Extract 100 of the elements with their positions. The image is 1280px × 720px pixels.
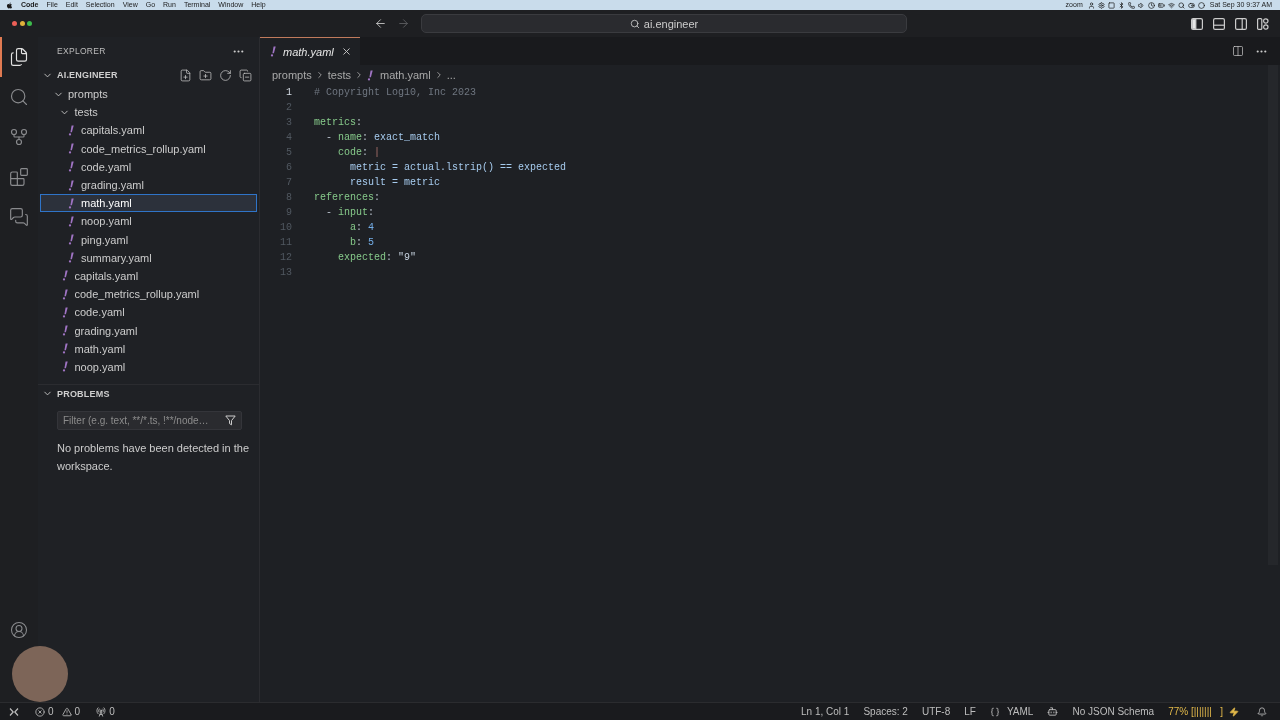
breadcrumb[interactable]: ... <box>446 69 456 81</box>
tree-item[interactable]: capitals.yaml <box>40 266 257 286</box>
filter-field[interactable]: Filter (e.g. text, **/*.ts, !**/node… <box>57 411 242 430</box>
code-line: metric = actual.lstrip() == expected <box>350 162 567 173</box>
wifi-icon[interactable] <box>1167 1 1175 9</box>
exclamation-icon <box>61 306 68 318</box>
folder-item[interactable]: tests <box>40 103 257 122</box>
exclamation-icon <box>61 270 68 282</box>
code-line: b: 5 <box>350 237 375 248</box>
antenna-icon <box>96 706 107 717</box>
bluetooth-icon[interactable] <box>1117 1 1125 9</box>
tree-item[interactable]: code.yaml <box>40 157 257 176</box>
blocks-icon <box>9 167 29 187</box>
exclamation-icon <box>68 161 74 173</box>
line-number: 1 <box>286 87 292 98</box>
search-icon[interactable] <box>1177 1 1185 9</box>
workspace-header[interactable]: AI.ENGINEER <box>38 69 118 81</box>
code-line: references: <box>314 192 381 203</box>
tree-item[interactable]: grading.yaml <box>40 175 257 195</box>
chevron-right-icon <box>354 70 364 80</box>
search-icon <box>9 87 29 107</box>
tree-item[interactable]: noop.yaml <box>40 212 257 231</box>
circle-x-icon <box>35 706 45 717</box>
language-status[interactable]: YAML <box>989 706 1034 717</box>
window-maximize-icon[interactable] <box>27 21 32 26</box>
command-center-search[interactable]: ai.engineer <box>421 14 907 33</box>
exclamation-icon <box>68 252 74 264</box>
speaker-icon[interactable] <box>1137 1 1145 9</box>
window-close-icon[interactable] <box>12 21 17 26</box>
window-minimize-icon[interactable] <box>19 21 25 26</box>
ports-status-button[interactable]: 0 <box>96 706 115 717</box>
tree-item[interactable]: code_metrics_rollup.yaml <box>40 139 257 158</box>
inward-chevrons-icon[interactable] <box>9 706 19 717</box>
breadcrumb[interactable]: prompts <box>272 69 312 81</box>
circle-icon[interactable] <box>1197 1 1205 9</box>
tree-item[interactable]: summary.yaml <box>40 248 257 267</box>
circular-arrow-icon[interactable] <box>219 68 232 82</box>
tree-item[interactable]: code.yaml <box>40 303 257 322</box>
status-item[interactable]: LF <box>964 706 976 717</box>
toggle-icon[interactable] <box>1187 1 1195 9</box>
close-icon[interactable] <box>340 46 352 57</box>
exclamation-icon <box>68 179 74 191</box>
tree-item[interactable]: math.yaml <box>40 194 257 213</box>
line-number: 2 <box>286 102 292 113</box>
exclamation-icon <box>68 197 74 209</box>
tree-item[interactable]: capitals.yaml <box>40 121 257 140</box>
problems-message: No problems have been detected in the workspace. <box>56 441 251 474</box>
user-circle-icon[interactable] <box>10 621 28 639</box>
tree-item[interactable]: math.yaml <box>40 339 257 358</box>
status-item[interactable]: UTF-8 <box>921 706 951 717</box>
line-number: 13 <box>280 267 292 278</box>
code-line: result = metric <box>350 177 441 188</box>
branch-icon <box>9 127 29 147</box>
robot-icon[interactable] <box>1047 706 1059 717</box>
exclamation-icon <box>68 215 74 227</box>
chat-bubbles-icon <box>9 207 29 227</box>
exclamation-icon <box>367 69 373 81</box>
status-item[interactable]: Spaces: 2 <box>863 706 908 717</box>
code-line: expected: "9" <box>338 252 417 263</box>
lightning-icon[interactable] <box>1229 706 1239 717</box>
apple-icon[interactable] <box>6 1 13 9</box>
battery-icon[interactable] <box>1157 1 1165 9</box>
exclamation-icon <box>68 234 74 246</box>
code-line: metrics: <box>314 117 363 128</box>
columns-icon[interactable] <box>1232 45 1244 57</box>
editor-tab[interactable]: math.yaml <box>260 37 360 65</box>
problems-header[interactable]: PROBLEMS <box>38 388 110 399</box>
exclamation-icon <box>61 361 68 373</box>
bell-icon[interactable] <box>1257 706 1267 717</box>
status-item[interactable]: No JSON Schema <box>1072 706 1155 717</box>
tree-item[interactable]: ping.yaml <box>40 230 257 249</box>
clock-icon[interactable] <box>1147 1 1155 9</box>
folder-plus-icon[interactable] <box>199 68 212 82</box>
braces-icon <box>989 706 1000 717</box>
phone-icon[interactable] <box>1127 1 1135 9</box>
tree-item[interactable]: grading.yaml <box>40 321 257 340</box>
code-line: # Copyright Log10, Inc 2023 <box>314 87 477 98</box>
left-panel-icon[interactable] <box>1191 17 1203 30</box>
breadcrumb[interactable]: tests <box>327 69 351 81</box>
search-icon <box>629 18 640 29</box>
tree-item[interactable]: code_metrics_rollup.yaml <box>40 285 257 304</box>
folder-item[interactable]: prompts <box>40 85 257 104</box>
battery-status[interactable]: 77% [||||||| ] <box>1168 706 1223 717</box>
bottom-panel-icon[interactable] <box>1213 17 1225 30</box>
layout-icon[interactable] <box>1257 17 1269 30</box>
file-plus-icon[interactable] <box>179 68 192 82</box>
funnel-icon[interactable] <box>225 415 236 426</box>
right-panel-icon[interactable] <box>1235 17 1247 30</box>
problems-status-button[interactable]: 0 0 <box>35 706 81 717</box>
line-number: 4 <box>286 132 292 143</box>
line-number: 12 <box>280 252 292 263</box>
code-line: - input: <box>326 207 375 218</box>
tree-item[interactable]: noop.yaml <box>40 357 257 376</box>
status-item[interactable]: Ln 1, Col 1 <box>801 706 850 717</box>
stacked-squares-minus-icon[interactable] <box>239 68 252 82</box>
person-icon[interactable] <box>1087 1 1095 9</box>
code-line: code: | <box>338 147 381 158</box>
back-arrow-icon[interactable] <box>374 17 387 30</box>
breadcrumb[interactable]: math.yaml <box>367 69 431 81</box>
gear-icon[interactable] <box>1097 1 1105 9</box>
